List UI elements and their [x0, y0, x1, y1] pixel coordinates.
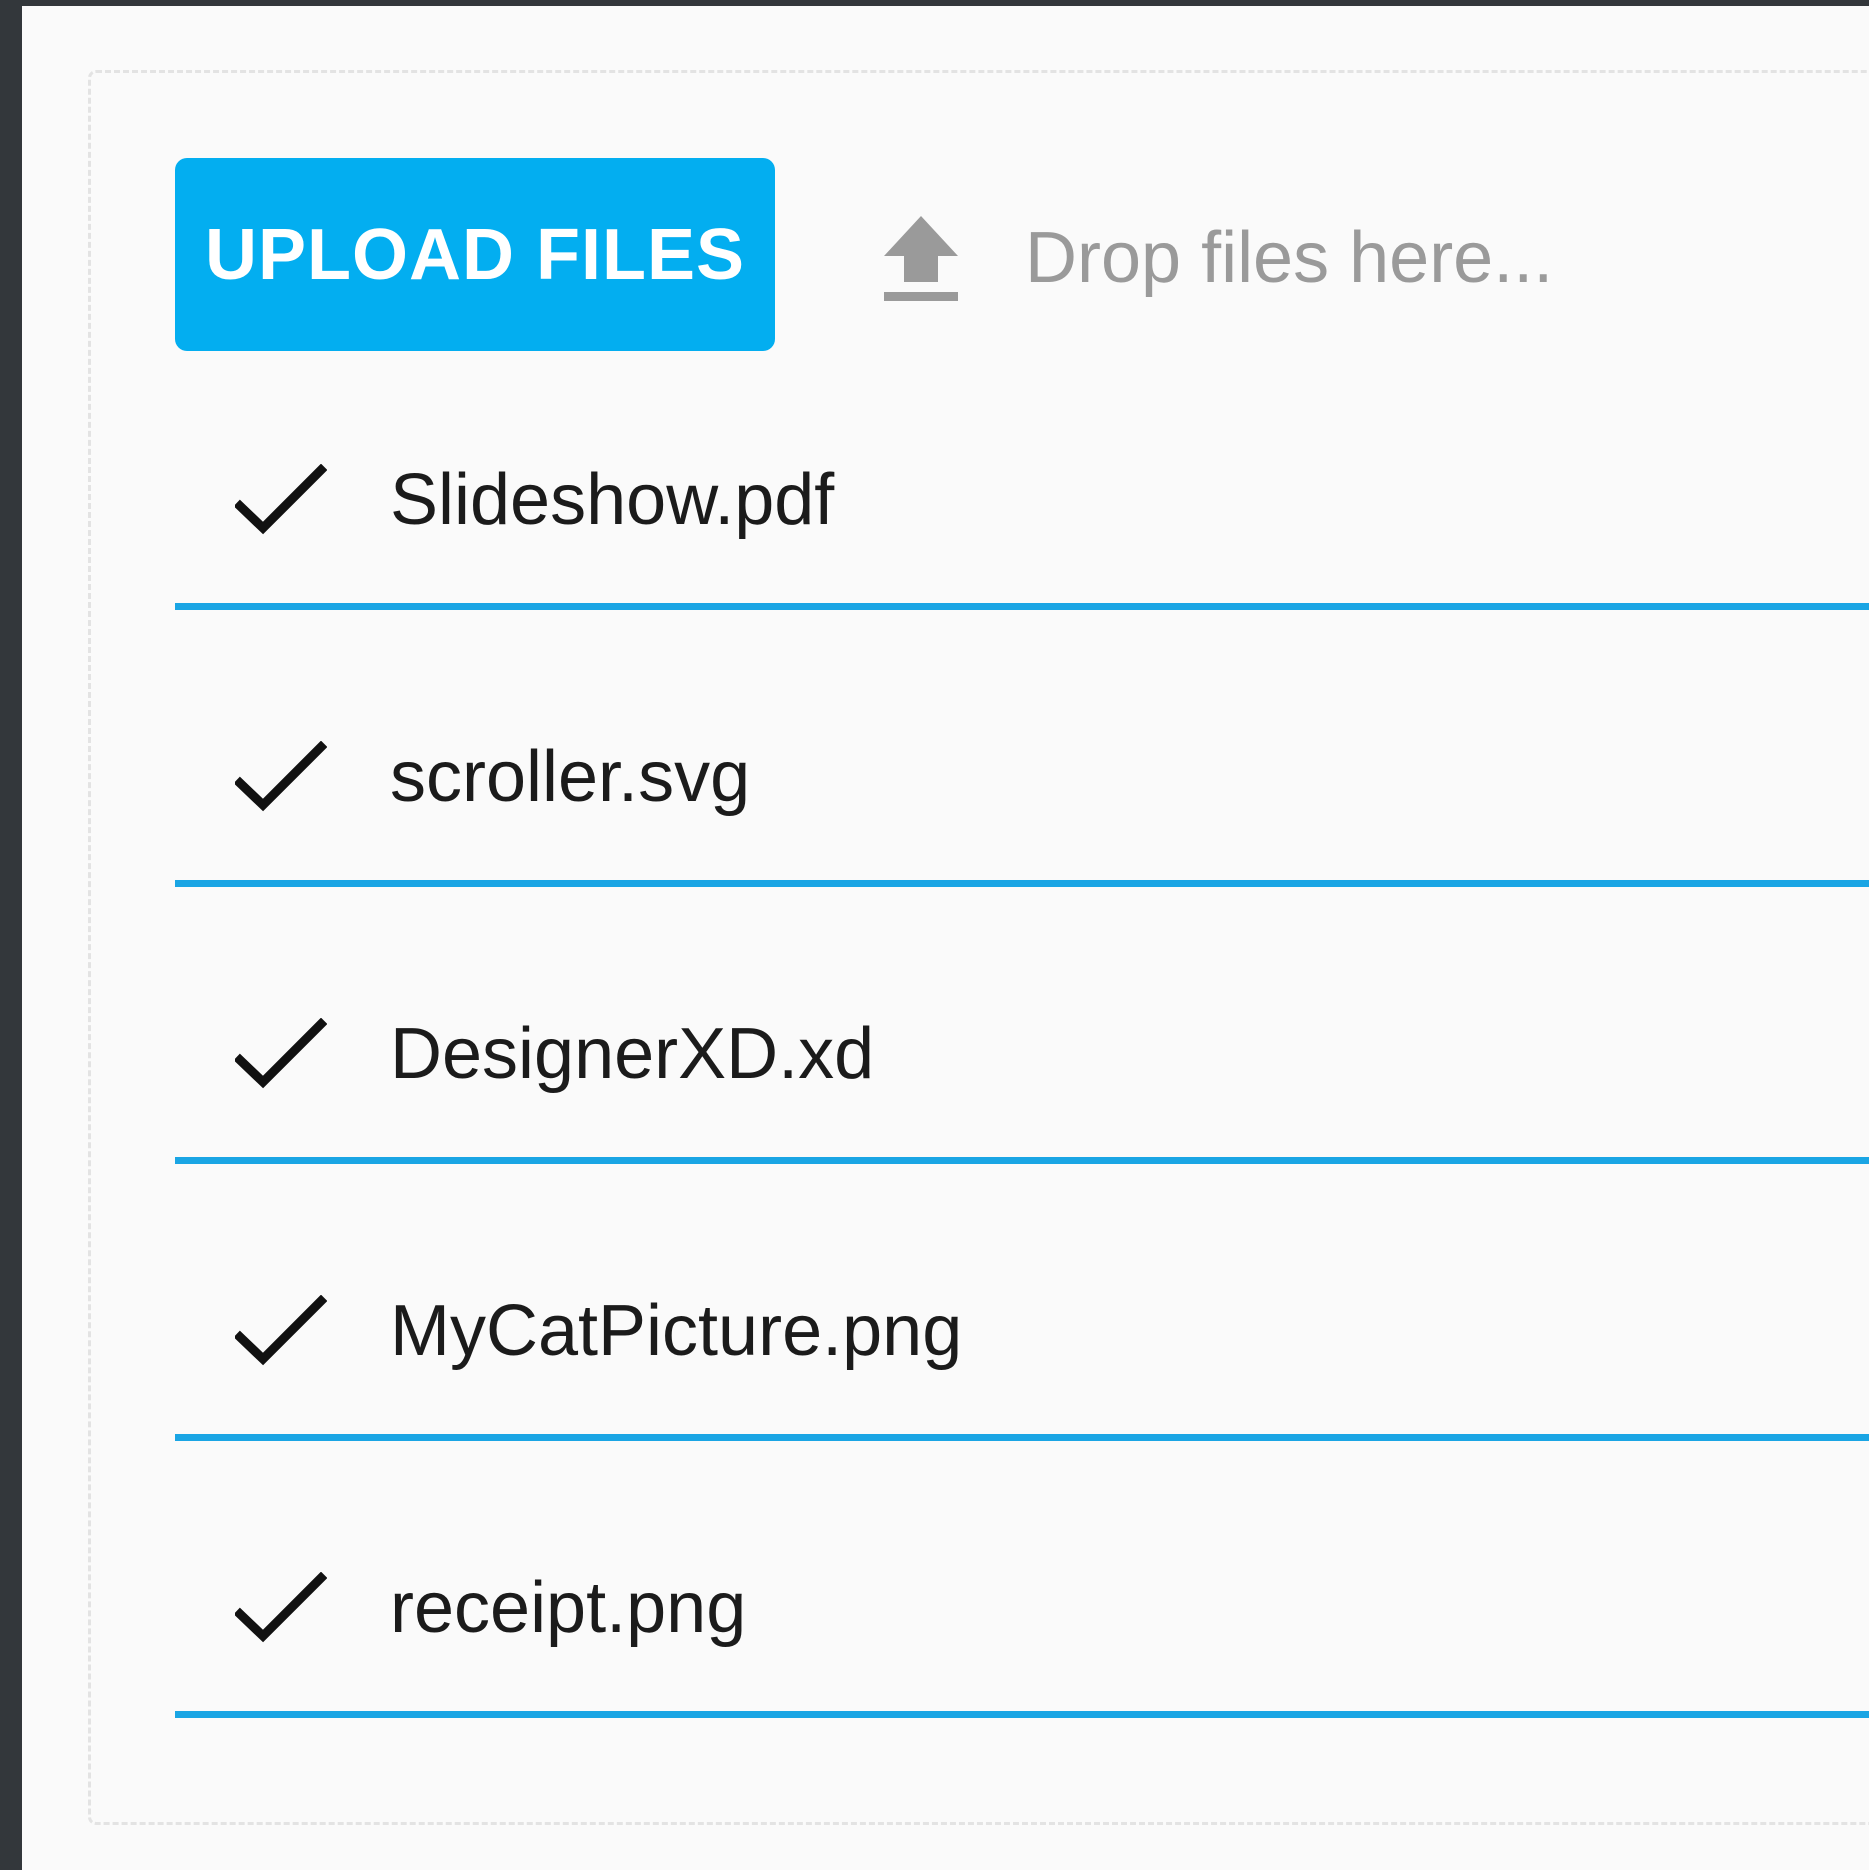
checkmark-icon — [235, 1572, 327, 1643]
upload-arrow-icon — [884, 216, 958, 301]
upload-progress-fill — [175, 603, 1869, 610]
checkmark-icon — [235, 741, 327, 812]
file-name: Slideshow.pdf — [390, 460, 835, 540]
upload-progress-fill — [175, 880, 1869, 887]
upload-progress-fill — [175, 1711, 1869, 1718]
upload-progress-fill — [175, 1434, 1869, 1441]
window-edge-top — [0, 0, 1869, 6]
upload-files-button[interactable]: UPLOAD FILES — [175, 158, 775, 351]
app-frame: UPLOAD FILES Drop files here... Slidesho… — [0, 0, 1869, 1870]
file-list-item: MyCatPicture.png — [175, 1231, 1869, 1508]
file-list-item: scroller.svg — [175, 677, 1869, 954]
file-list-item: Slideshow.pdf — [175, 400, 1869, 677]
window-edge-left — [0, 0, 22, 1870]
file-list-item: DesignerXD.xd — [175, 954, 1869, 1231]
upload-progress-bar — [175, 1157, 1869, 1164]
upload-progress-bar — [175, 1434, 1869, 1441]
upload-progress-bar — [175, 1711, 1869, 1718]
file-name: DesignerXD.xd — [390, 1014, 875, 1094]
drop-files-hint: Drop files here... — [1025, 218, 1554, 298]
upload-progress-bar — [175, 880, 1869, 887]
upload-progress-fill — [175, 1157, 1869, 1164]
file-name: scroller.svg — [390, 737, 751, 817]
checkmark-icon — [235, 1295, 327, 1366]
file-name: MyCatPicture.png — [390, 1291, 963, 1371]
upload-progress-bar — [175, 603, 1869, 610]
uploaded-file-list: Slideshow.pdf scroller.svg DesignerXD.xd — [175, 400, 1869, 1785]
checkmark-icon — [235, 464, 327, 535]
file-name: receipt.png — [390, 1568, 747, 1648]
file-list-item: receipt.png — [175, 1508, 1869, 1785]
checkmark-icon — [235, 1018, 327, 1089]
